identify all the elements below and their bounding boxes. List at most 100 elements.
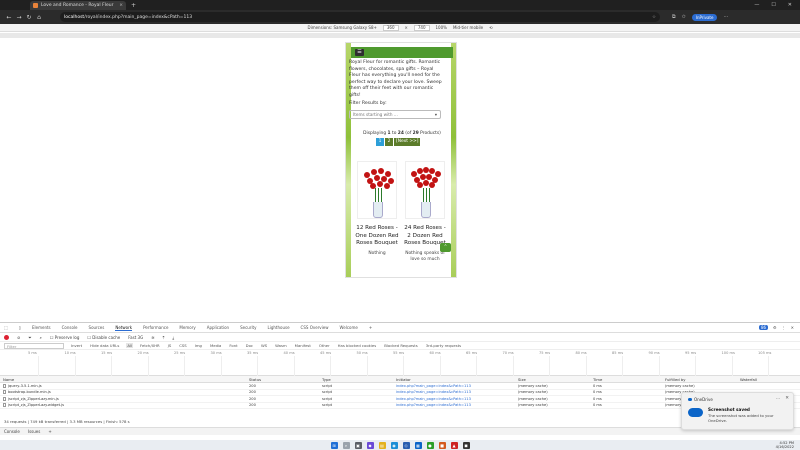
product-card[interactable]: 12 Red Roses - One Dozen Red Roses Bouqu…	[355, 161, 399, 277]
device-toggle-icon[interactable]: ▯	[19, 325, 21, 330]
maximize-button[interactable]: ☐	[771, 2, 775, 8]
tab-lighthouse[interactable]: Lighthouse	[268, 325, 290, 330]
network-filter-input[interactable]: Filter	[4, 342, 64, 349]
drawer-tab-console[interactable]: Console	[4, 429, 20, 434]
system-tray-clock[interactable]: 4:52 PM 4/16/2022	[776, 441, 794, 449]
tab-memory[interactable]: Memory	[179, 325, 195, 330]
tab-security[interactable]: Security	[240, 325, 256, 330]
filter-font[interactable]: Font	[228, 343, 238, 348]
back-button[interactable]: ←	[4, 14, 14, 21]
col-time[interactable]: Time	[590, 377, 662, 382]
upload-icon[interactable]: ⤒	[163, 335, 165, 340]
filter-media[interactable]: Media	[209, 343, 222, 348]
start-icon[interactable]: ⊞	[330, 441, 338, 449]
notification-close-icon[interactable]: ✕	[785, 396, 789, 401]
filter-manifest[interactable]: Manifest	[294, 343, 312, 348]
settings-gear-icon[interactable]: ⚙	[773, 325, 777, 330]
page-1-button[interactable]: 1	[376, 138, 384, 146]
filter-all[interactable]: All	[126, 343, 134, 348]
onedrive-notification[interactable]: OneDrive … ✕ Screenshot saved The screen…	[681, 392, 794, 430]
hamburger-menu-icon[interactable]: ☰	[355, 49, 364, 56]
filter-doc[interactable]: Doc	[245, 343, 254, 348]
filter-blocked-cookies[interactable]: Has blocked cookies	[337, 343, 378, 348]
tab-sources[interactable]: Sources	[89, 325, 105, 330]
collections-icon[interactable]: ⧉	[672, 14, 676, 20]
width-input[interactable]: 360	[382, 24, 399, 31]
tab-performance[interactable]: Performance	[143, 325, 168, 330]
scroll-to-top-button[interactable]: ⌃	[440, 243, 451, 252]
close-devtools-icon[interactable]: ✕	[791, 325, 794, 330]
search-icon[interactable]: ⌕	[40, 335, 42, 340]
disable-cache-checkbox[interactable]: ☐ Disable cache	[87, 335, 120, 340]
teams-icon[interactable]: ◆	[366, 441, 374, 449]
favorite-star-icon[interactable]: ☆	[652, 15, 656, 20]
new-tab-button[interactable]: +	[131, 2, 136, 9]
home-button[interactable]: ⌂	[34, 14, 44, 21]
tab-application[interactable]: Application	[207, 325, 229, 330]
record-icon[interactable]	[4, 334, 9, 340]
profile-button[interactable]: InPrivate	[691, 13, 718, 21]
favorites-icon[interactable]: ✩	[682, 14, 686, 20]
inspect-icon[interactable]: ⬚	[4, 325, 8, 330]
network-row[interactable]: jscript_zjs_ZipperLazy.widget.js 200 scrip…	[0, 403, 800, 409]
vscode-icon[interactable]: ◇	[402, 441, 410, 449]
filter-icon[interactable]: ⏷	[28, 335, 31, 340]
download-icon[interactable]: ⤓	[172, 335, 174, 340]
height-input[interactable]: 740	[413, 24, 430, 31]
filter-wasm[interactable]: Wasm	[274, 343, 288, 348]
filter-other[interactable]: Other	[318, 343, 331, 348]
filter-css[interactable]: CSS	[178, 343, 187, 348]
clear-icon[interactable]: ⊘	[17, 335, 20, 340]
drawer-tab-issues[interactable]: Issues	[28, 429, 40, 434]
filter-hide-data-urls[interactable]: Hide data URLs	[89, 343, 120, 348]
filter-js[interactable]: JS	[167, 343, 173, 348]
request-initiator[interactable]: index.php?main_page=index&cPath=113	[393, 397, 515, 401]
col-initiator[interactable]: Initiator	[393, 377, 515, 382]
tab-css-overview[interactable]: CSS Overview	[301, 325, 329, 330]
product-card[interactable]: 24 Red Roses - 2 Dozen Red Roses Bouquet…	[403, 161, 447, 277]
request-initiator[interactable]: index.php?main_page=index&cPath=113	[393, 403, 515, 407]
col-name[interactable]: Name	[0, 377, 246, 382]
task-view-icon[interactable]: ▣	[354, 441, 362, 449]
next-page-button[interactable]: [Next >>]	[394, 138, 421, 146]
refresh-button[interactable]: ↻	[24, 14, 34, 21]
preserve-log-checkbox[interactable]: ☐ Preserve log	[50, 335, 80, 340]
app-icon[interactable]: ◼	[462, 441, 470, 449]
store-icon[interactable]: ▦	[414, 441, 422, 449]
notification-more-icon[interactable]: …	[776, 396, 781, 401]
url-field[interactable]: localhost/royal/index.php?main_page=inde…	[60, 12, 660, 22]
product-title[interactable]: 12 Red Roses - One Dozen Red Roses Bouqu…	[355, 225, 399, 248]
throttle-select[interactable]: Mid-tier mobile	[453, 25, 483, 30]
page-2-button[interactable]: 2	[385, 138, 393, 146]
search-icon[interactable]: ⌕	[342, 441, 350, 449]
col-status[interactable]: Status	[246, 377, 319, 382]
tab-network[interactable]: Network	[115, 325, 133, 331]
filter-ws[interactable]: WS	[260, 343, 268, 348]
throttle-dropdown[interactable]: Fast 3G	[128, 335, 143, 340]
product-image[interactable]	[357, 161, 397, 219]
app-icon[interactable]: ●	[426, 441, 434, 449]
request-initiator[interactable]: index.php?main_page=index&cPath=113	[393, 390, 515, 394]
col-fulfilled-by[interactable]: Fulfilled by	[662, 377, 737, 382]
forward-button[interactable]: →	[14, 14, 24, 21]
add-tab-icon[interactable]: +	[369, 325, 372, 330]
col-type[interactable]: Type	[319, 377, 393, 382]
request-initiator[interactable]: index.php?main_page=index&cPath=113	[393, 384, 515, 388]
zoom-select[interactable]: 100%	[436, 25, 447, 30]
filter-select[interactable]: Items starting with ... ▾	[349, 110, 441, 119]
tab-elements[interactable]: Elements	[32, 325, 51, 330]
filter-invert[interactable]: Invert	[70, 343, 83, 348]
app-icon[interactable]: ▲	[450, 441, 458, 449]
device-select[interactable]: Dimensions: Samsung Galaxy S8+	[308, 25, 377, 30]
issues-badge[interactable]: 86	[758, 325, 769, 330]
tab-console[interactable]: Console	[62, 325, 78, 330]
close-window-button[interactable]: ✕	[788, 2, 792, 8]
settings-menu-icon[interactable]: ⋯	[723, 14, 728, 20]
filter-fetch-xhr[interactable]: Fetch/XHR	[139, 343, 161, 348]
more-options-icon[interactable]: ⋮	[782, 325, 786, 330]
col-size[interactable]: Size	[515, 377, 590, 382]
tab-welcome[interactable]: Welcome	[340, 325, 358, 330]
file-explorer-icon[interactable]: ▤	[378, 441, 386, 449]
drawer-add-icon[interactable]: +	[48, 429, 51, 434]
col-waterfall[interactable]: Waterfall	[737, 377, 800, 382]
